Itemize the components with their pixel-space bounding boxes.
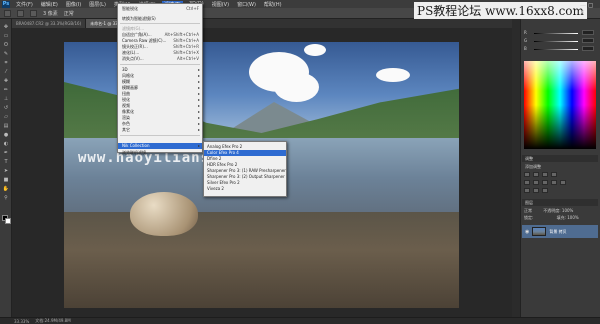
menu-separator [120, 23, 200, 24]
site-watermark: PS教程论坛 www.16xx8.com [414, 2, 587, 19]
adjustment-icons-row-3 [524, 188, 548, 193]
cloud [274, 72, 319, 102]
nik-collection-submenu: Analog Efex Pro 2 Color Efex Pro 4 Dfine… [203, 141, 287, 197]
style-select[interactable]: 正常 [64, 10, 74, 17]
status-bar: 33.33% 文档:24.9M/49.8M [0, 317, 600, 324]
lasso-tool-icon[interactable]: ʘ [2, 41, 10, 48]
menu-item-other[interactable]: 其它 ▸ [118, 127, 202, 133]
brush-tool-icon[interactable]: ✏ [2, 86, 10, 93]
dodge-tool-icon[interactable]: ◐ [2, 140, 10, 147]
opacity-field[interactable]: 不透明度: 100% [543, 208, 573, 213]
doc-tab-raw[interactable]: BRA0487.CR2 @ 33.3%(RGB/16) [12, 19, 87, 28]
submenu-arrow-icon: ▸ [197, 127, 200, 132]
color-sliders: R G B [524, 30, 596, 56]
posterize-adjust-icon[interactable] [533, 188, 539, 193]
vibrance-adjust-icon[interactable] [524, 180, 530, 185]
layer-thumbnail [532, 227, 547, 236]
layer-blend-controls: 正常 不透明度: 100% [522, 207, 598, 214]
submenu-arrow-icon: ▸ [197, 143, 200, 148]
window-controls[interactable]: — ▢ ✕ [580, 2, 600, 16]
blend-mode-select[interactable]: 正常 [524, 208, 532, 213]
menu-item-convert-smart-filter[interactable]: 转换为智能滤镜(S) [118, 16, 202, 22]
adjustment-icons-row-1 [524, 172, 557, 177]
rocky-shore [64, 212, 459, 308]
cloud [376, 68, 410, 82]
curves-adjust-icon[interactable] [542, 172, 548, 177]
menu-layer[interactable]: 图层(L) [87, 1, 108, 8]
brush-option-button[interactable] [17, 9, 24, 17]
menu-view[interactable]: 视图(V) [210, 1, 231, 8]
crop-tool-icon[interactable]: ⌗ [2, 59, 10, 66]
menu-edit[interactable]: 编辑(E) [39, 1, 60, 8]
mode-option-button[interactable] [30, 9, 37, 17]
tool-preset-button[interactable] [4, 9, 11, 17]
pen-tool-icon[interactable]: ✒ [2, 149, 10, 156]
brightness-adjust-icon[interactable] [524, 172, 530, 177]
menu-item-vanishing-point[interactable]: 消失点(V)... Alt+Ctrl+V [118, 56, 202, 62]
invert-adjust-icon[interactable] [524, 188, 530, 193]
menu-separator [120, 64, 200, 65]
menu-item-nik-collection[interactable]: Nik Collection ▸ [118, 143, 202, 149]
type-tool-icon[interactable]: T [2, 158, 10, 165]
document-tabs: BRA0487.CR2 @ 33.3%(RGB/16) 未命名-1 @ 33.3… [12, 19, 512, 28]
menu-item-smart-sharpen[interactable]: 智能锐化 Ctrl+F [118, 6, 202, 12]
shape-tool-icon[interactable]: ■ [2, 176, 10, 183]
sample-size-select[interactable]: 3 像素 [43, 10, 58, 17]
layer-name: 背景 拷贝 [549, 228, 567, 234]
tab-layers[interactable]: 图层 [522, 199, 598, 206]
cloud [304, 44, 326, 56]
zoom-level[interactable]: 33.33% [14, 319, 29, 324]
eraser-tool-icon[interactable]: ▱ [2, 113, 10, 120]
lock-label: 锁定: [524, 215, 534, 220]
color-spectrum-highlight [524, 61, 596, 91]
adjustments-title: 添加调整 [525, 164, 541, 169]
eyedropper-tool-icon[interactable]: ⁄ [2, 68, 10, 75]
menu-help[interactable]: 帮助(H) [262, 1, 284, 8]
menu-window[interactable]: 窗口(W) [235, 1, 258, 8]
slider-blue[interactable]: B [524, 46, 596, 52]
layer-lock-controls: 锁定: 填充: 100% [522, 214, 598, 221]
exposure-adjust-icon[interactable] [551, 172, 557, 177]
photo-filter-adjust-icon[interactable] [560, 180, 566, 185]
tools-panel: ✥ ▭ ʘ ✎ ⌗ ⁄ ✚ ✏ ⊥ ↺ ▱ ▤ ● ◐ ✒ T ➤ ■ ✋ ⚲ [0, 19, 12, 317]
slider-red[interactable]: R [524, 30, 596, 36]
color-balance-adjust-icon[interactable] [542, 180, 548, 185]
path-select-tool-icon[interactable]: ➤ [2, 167, 10, 174]
document-info: 文档:24.9M/49.8M [35, 318, 71, 323]
quick-select-tool-icon[interactable]: ✎ [2, 50, 10, 57]
background-color-swatch[interactable] [5, 218, 11, 224]
blur-tool-icon[interactable]: ● [2, 131, 10, 138]
gradient-tool-icon[interactable]: ▤ [2, 122, 10, 129]
layer-row[interactable]: ◉ 背景 拷贝 [522, 225, 598, 238]
tab-adjustments[interactable]: 调整 [522, 155, 598, 162]
fill-field[interactable]: 填充: 100% [557, 215, 579, 220]
filter-menu-dropdown: 智能锐化 Ctrl+F 转换为智能滤镜(S) 滤镜库(G)... 自适应广角(A)… [117, 3, 203, 156]
move-tool-icon[interactable]: ✥ [2, 23, 10, 30]
menu-file[interactable]: 文件(F) [14, 1, 35, 8]
levels-adjust-icon[interactable] [533, 172, 539, 177]
menu-separator [120, 135, 200, 136]
black-white-adjust-icon[interactable] [551, 180, 557, 185]
threshold-adjust-icon[interactable] [542, 188, 548, 193]
hand-tool-icon[interactable]: ✋ [2, 185, 10, 192]
healing-tool-icon[interactable]: ✚ [2, 77, 10, 84]
submenu-viveza[interactable]: Viveza 2 [204, 186, 286, 192]
adjustment-icons-row-2 [524, 180, 566, 185]
eye-icon[interactable]: ◉ [525, 229, 529, 235]
photoshop-logo: Ps [2, 0, 10, 8]
menu-item-browse-online[interactable]: 浏览联机滤镜... [118, 150, 202, 156]
hue-saturation-adjust-icon[interactable] [533, 180, 539, 185]
slider-green[interactable]: G [524, 38, 596, 44]
stamp-tool-icon[interactable]: ⊥ [2, 95, 10, 102]
history-brush-tool-icon[interactable]: ↺ [2, 104, 10, 111]
zoom-tool-icon[interactable]: ⚲ [2, 194, 10, 201]
marquee-tool-icon[interactable]: ▭ [2, 32, 10, 39]
boulder [130, 192, 198, 236]
menu-image[interactable]: 图像(I) [64, 1, 83, 8]
